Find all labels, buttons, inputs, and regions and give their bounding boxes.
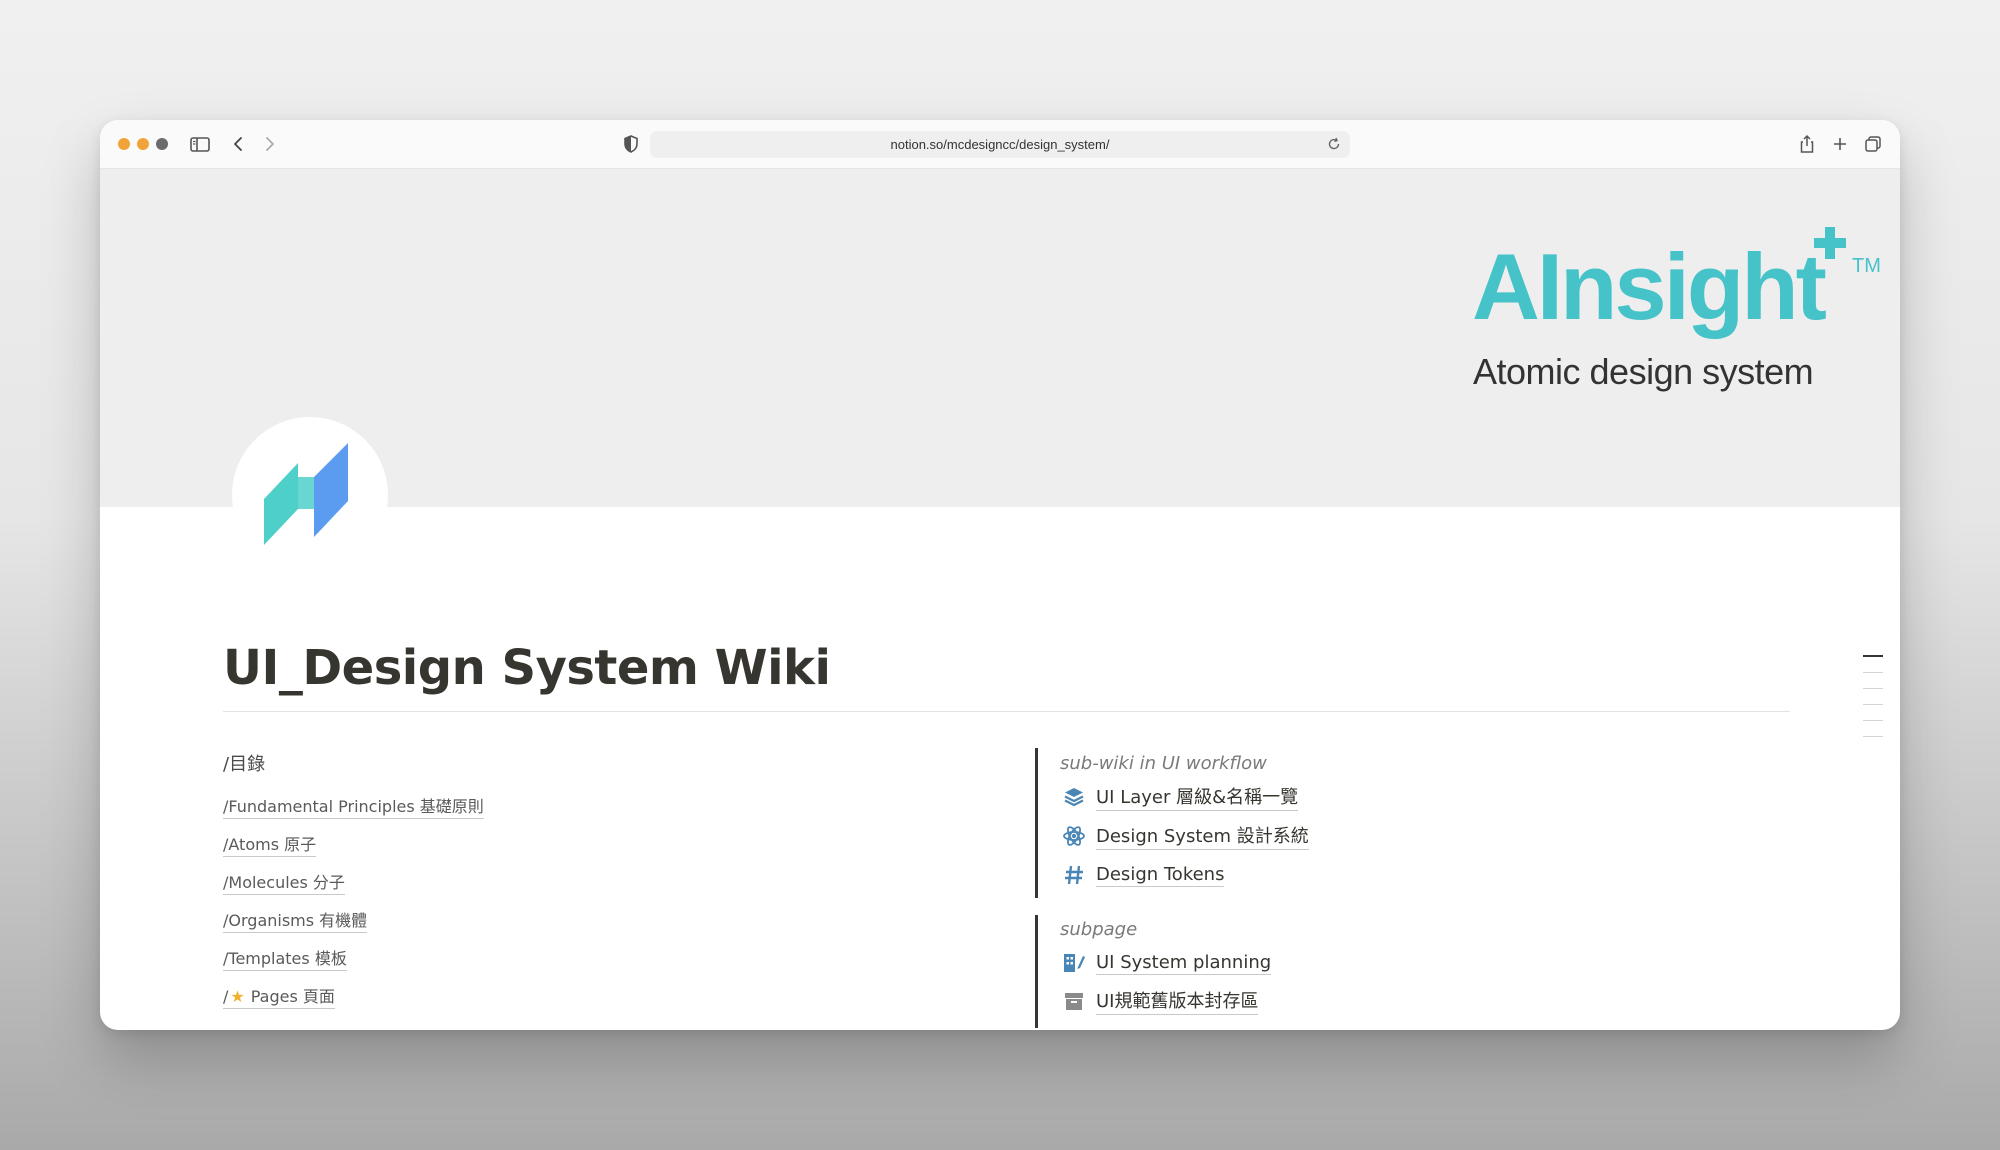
layers-icon [1062,785,1086,809]
design-system-logo-icon [264,443,348,545]
new-tab-icon[interactable] [1828,132,1852,156]
tab-overview-icon[interactable] [1861,132,1885,156]
outline-tick[interactable] [1863,720,1883,721]
link-label: Design System 設計系統 [1096,822,1309,850]
toc-link-atoms[interactable]: /Atoms 原子 [223,831,317,857]
quote-bar [1035,915,1038,1028]
divider [223,711,1790,712]
pages-prefix: / [223,987,229,1006]
toc-link-molecules[interactable]: /Molecules 分子 [223,869,345,895]
link-ui-system-planning[interactable]: UI System planning [1062,949,1272,977]
brand-plus-icon [1814,227,1846,259]
reload-icon[interactable] [1326,136,1342,152]
address-bar[interactable]: notion.so/mcdesigncc/design_system/ [650,131,1350,158]
toc-link-pages[interactable]: / ★ Pages 頁面 [223,983,335,1009]
hash-icon [1062,863,1086,887]
atom-icon [1062,824,1086,848]
privacy-shield-icon[interactable] [619,132,643,156]
star-icon: ★ [230,987,245,1006]
page-icon[interactable] [232,417,388,573]
link-label: Design Tokens [1096,863,1225,887]
minimize-window-button[interactable] [137,138,149,150]
subpage-label: subpage [1060,919,1138,940]
toc-heading: /目錄 [223,754,266,775]
link-ui-layer[interactable]: UI Layer 層級&名稱一覽 [1062,783,1299,811]
quote-bar [1035,748,1038,898]
zoom-window-button[interactable] [156,138,168,150]
outline-tick[interactable] [1863,736,1883,737]
link-design-system[interactable]: Design System 設計系統 [1062,822,1309,850]
outline-tick[interactable] [1863,704,1883,705]
toc-link-fundamental-principles[interactable]: /Fundamental Principles 基礎原則 [223,793,484,819]
link-design-tokens[interactable]: Design Tokens [1062,861,1225,889]
brand-subtitle: Atomic design system [1473,351,1814,392]
building-pen-icon [1062,951,1086,975]
brand-logo-text: AInsight [1472,234,1827,339]
outline-tick[interactable] [1863,655,1883,657]
trademark-mark: TM [1852,255,1881,277]
toc-link-templates[interactable]: /Templates 模板 [223,945,347,971]
close-window-button[interactable] [118,138,130,150]
sidebar-toggle-icon[interactable] [188,132,212,156]
browser-toolbar: notion.so/mcdesigncc/design_system/ [100,120,1900,169]
link-ui-archive[interactable]: UI規範舊版本封存區 [1062,987,1259,1015]
subwiki-label: sub-wiki in UI workflow [1060,753,1267,774]
share-icon[interactable] [1795,132,1819,156]
outline-tick[interactable] [1863,672,1883,673]
back-icon[interactable] [226,132,250,156]
link-label: UI Layer 層級&名稱一覽 [1096,783,1299,811]
archive-icon [1062,989,1086,1013]
toc-link-organisms[interactable]: /Organisms 有機體 [223,907,368,933]
page-title[interactable]: UI_Design System Wiki [223,640,831,696]
pages-label: Pages 頁面 [250,987,335,1006]
browser-window: notion.so/mcdesigncc/design_system/ AIns… [100,120,1900,1030]
link-label: UI規範舊版本封存區 [1096,987,1259,1015]
url-text: notion.so/mcdesigncc/design_system/ [890,137,1110,152]
forward-icon[interactable] [258,132,282,156]
outline-tick[interactable] [1863,688,1883,689]
link-label: UI System planning [1096,951,1272,975]
